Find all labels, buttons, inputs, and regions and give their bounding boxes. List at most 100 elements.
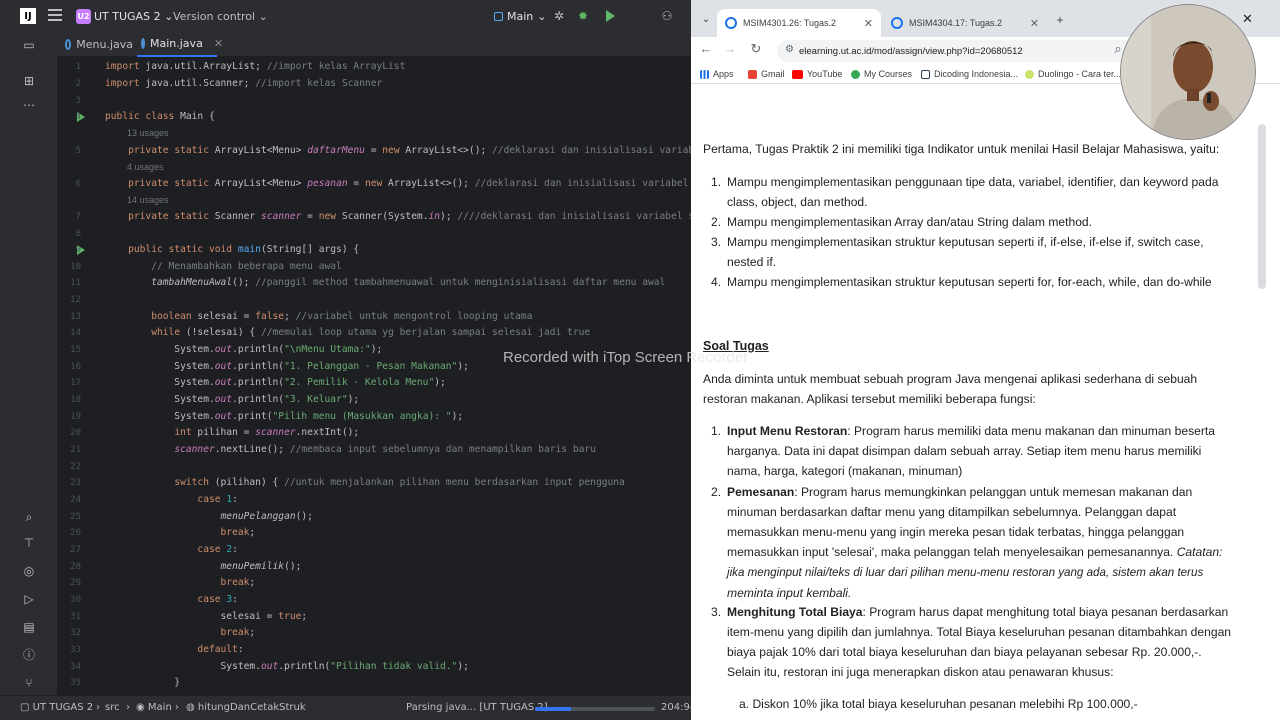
code-line[interactable]: menuPemilik(); xyxy=(105,561,302,572)
background-task[interactable]: Parsing java... [UT TUGAS 2] xyxy=(406,702,548,713)
structure-icon[interactable]: ⊞ xyxy=(22,74,36,88)
code-line[interactable]: selesai = true; xyxy=(105,611,308,622)
code-line[interactable]: scanner.nextLine(); //membaca input sebe… xyxy=(105,444,596,455)
gmail-icon xyxy=(748,69,757,79)
run-tool-icon[interactable]: ▷ xyxy=(22,592,36,606)
code-line[interactable]: public static void main(String[] args) { xyxy=(105,244,359,255)
browser-tab-msim4301[interactable]: MSIM4301.26: Tugas.2 ✕ xyxy=(717,9,881,37)
code-line[interactable]: private static Scanner scanner = new Sca… xyxy=(105,211,691,222)
intro-paragraph: Pertama, Tugas Praktik 2 ini memiliki ti… xyxy=(703,142,1220,156)
code-line[interactable]: int pilihan = scanner.nextInt(); xyxy=(105,427,359,438)
usage-hint[interactable]: 14 usages xyxy=(127,195,169,205)
add-user-icon[interactable]: ⚇ xyxy=(660,9,674,23)
configuration-icon xyxy=(494,12,503,21)
recorder-watermark: Recorded with iTop Screen Recorder xyxy=(503,349,749,366)
browser-tab-msim4304[interactable]: MSIM4304.17: Tugas.2 ✕ xyxy=(883,9,1047,37)
code-line[interactable]: boolean selesai = false; //variabel untu… xyxy=(105,311,532,322)
code-line[interactable]: case 3: xyxy=(105,594,237,605)
search-icon[interactable]: ⌕ xyxy=(22,510,36,524)
line-number: 14 xyxy=(70,328,81,338)
code-line[interactable]: case 2: xyxy=(105,544,237,555)
code-line[interactable]: break; xyxy=(105,627,256,638)
tab-search-icon[interactable]: ⌄ xyxy=(699,13,713,27)
line-number: 29 xyxy=(70,578,81,588)
reload-icon[interactable]: ↻ xyxy=(749,42,763,56)
bookmark-gmail[interactable]: Gmail xyxy=(748,69,785,79)
usage-hint[interactable]: 13 usages xyxy=(127,128,169,138)
url-text[interactable]: elearning.ut.ac.id/mod/assign/view.php?i… xyxy=(799,46,1023,57)
terminal-icon[interactable]: ⊤ xyxy=(22,536,36,550)
code-line[interactable]: System.out.println("2. Pemilik - Kelola … xyxy=(105,377,446,388)
close-tab-icon[interactable]: ✕ xyxy=(1030,17,1039,30)
code-line[interactable]: } xyxy=(105,677,180,688)
bookmark-apps[interactable]: Apps xyxy=(700,69,734,79)
line-number: 15 xyxy=(70,345,81,355)
breadcrumb-src[interactable]: src xyxy=(105,702,120,713)
bookmark-youtube[interactable]: YouTube xyxy=(792,69,842,79)
indicator-item: 3. Mampu mengimplementasikan struktur kep… xyxy=(711,235,1204,269)
bookmark-duolingo[interactable]: Duolingo - Cara ter... xyxy=(1025,69,1121,79)
status-bar: ▢ UT TUGAS 2 › src › ◉ Main › ◍ hitungDa… xyxy=(0,695,696,720)
breadcrumb-separator: › xyxy=(126,702,130,713)
run-configuration-selector[interactable]: Main ⌄ xyxy=(494,10,546,23)
code-line[interactable]: // Menambahkan beberapa menu awal xyxy=(105,261,342,272)
breadcrumb-project[interactable]: ▢ UT TUGAS 2 xyxy=(20,702,93,713)
code-line[interactable]: System.out.println("1. Pelanggan - Pesan… xyxy=(105,361,469,372)
bookmark-dicoding[interactable]: Dicoding Indonesia... xyxy=(921,69,1018,79)
close-tab-icon[interactable]: ✕ xyxy=(864,17,873,30)
address-bar[interactable]: ⚙ elearning.ut.ac.id/mod/assign/view.php?… xyxy=(777,40,1157,62)
code-line[interactable]: import java.util.ArrayList; //import kel… xyxy=(105,61,405,72)
line-number: 1 xyxy=(75,62,81,72)
line-number: 5 xyxy=(75,146,81,156)
version-control-menu[interactable]: Version control ⌄ xyxy=(173,10,268,23)
window-close-icon[interactable]: ✕ xyxy=(1242,11,1253,27)
code-editor[interactable]: 13 usages 4 usages 14 usages 1 import jav… xyxy=(57,57,691,695)
forward-icon[interactable]: → xyxy=(723,42,737,56)
intellij-logo-icon[interactable]: IJ xyxy=(20,8,36,24)
code-line[interactable]: break; xyxy=(105,577,256,588)
usage-hint[interactable]: 4 usages xyxy=(127,162,164,172)
java-class-icon xyxy=(141,38,145,49)
code-line[interactable]: System.out.println("3. Keluar"); xyxy=(105,394,359,405)
code-line[interactable]: System.out.println("Pilihan tidak valid.… xyxy=(105,661,469,672)
code-line[interactable]: System.out.print("Pilih menu (Masukkan a… xyxy=(105,411,463,422)
tab-menu-java[interactable]: Menu.java xyxy=(61,32,133,57)
code-line[interactable]: menuPelanggan(); xyxy=(105,511,313,522)
code-line[interactable]: tambahMenuAwal(); //panggil method tamba… xyxy=(105,277,665,288)
back-icon[interactable]: ← xyxy=(699,42,713,56)
tab-main-java[interactable]: Main.java ✕ xyxy=(137,32,223,57)
line-number: 28 xyxy=(70,562,81,572)
git-icon[interactable]: ⑂ xyxy=(22,676,36,690)
code-line[interactable]: private static ArrayList<Menu> daftarMen… xyxy=(105,145,691,156)
project-badge[interactable]: U2 xyxy=(76,9,91,24)
project-folder-icon[interactable]: ▭ xyxy=(22,38,36,52)
services-icon[interactable]: ◎ xyxy=(22,564,36,578)
code-line[interactable]: switch (pilihan) { //untuk menjalankan p… xyxy=(105,477,625,488)
code-line[interactable]: System.out.println("\nMenu Utama:"); xyxy=(105,344,382,355)
code-line[interactable]: public class Main { xyxy=(105,111,215,122)
breadcrumb-main[interactable]: ◉ Main xyxy=(136,702,172,713)
code-line[interactable]: import java.util.Scanner; //import kelas… xyxy=(105,78,382,89)
build-icon[interactable]: ✲ xyxy=(552,9,566,23)
code-line[interactable]: while (!selesai) { //memulai loop utama … xyxy=(105,327,590,338)
breadcrumb-method[interactable]: ◍ hitungDanCetakStruk xyxy=(186,702,306,713)
problems-icon[interactable]: ⓘ xyxy=(22,648,36,662)
main-menu-icon[interactable] xyxy=(48,9,62,21)
code-line[interactable]: default: xyxy=(105,644,243,655)
more-tools-icon[interactable]: ⋯ xyxy=(22,98,36,112)
line-number: 2 xyxy=(75,79,81,89)
run-icon[interactable] xyxy=(606,10,615,22)
code-line[interactable]: private static ArrayList<Menu> pesanan =… xyxy=(105,178,691,189)
code-line[interactable]: break; xyxy=(105,527,256,538)
java-class-icon xyxy=(65,39,72,50)
page-scrollbar[interactable] xyxy=(1258,124,1266,289)
code-line[interactable]: case 1: xyxy=(105,494,237,505)
site-settings-icon[interactable]: ⚙ xyxy=(785,44,794,55)
new-tab-icon[interactable]: + xyxy=(1053,13,1067,27)
bookmark-my-courses[interactable]: My Courses xyxy=(851,69,912,79)
debug-icon[interactable]: ✹ xyxy=(576,9,590,23)
project-name[interactable]: UT TUGAS 2 ⌄ xyxy=(94,10,173,23)
console-icon[interactable]: ▤ xyxy=(22,620,36,634)
close-tab-icon[interactable]: ✕ xyxy=(214,37,223,50)
editor-tabs: Menu.java Main.java ✕ xyxy=(57,32,691,57)
